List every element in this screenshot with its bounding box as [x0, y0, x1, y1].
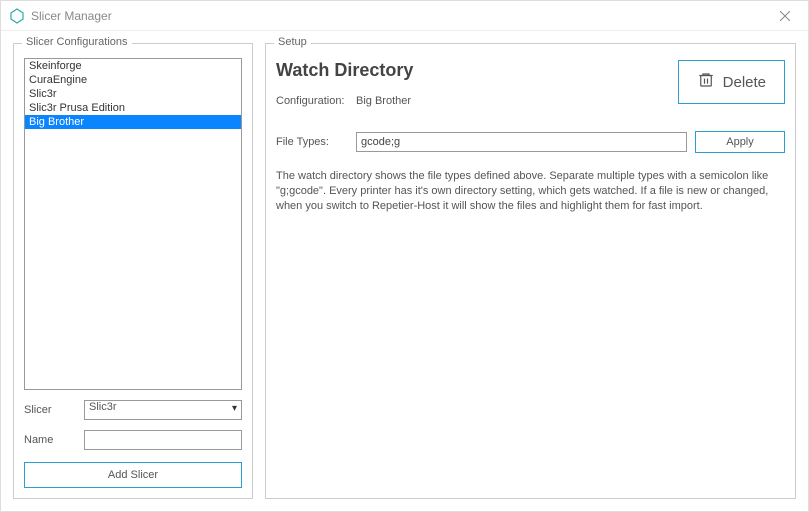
right-panel: Setup Watch Directory Configuration: Big…: [265, 43, 796, 499]
name-label: Name: [24, 434, 84, 446]
close-button[interactable]: [770, 1, 800, 31]
slicer-select-value: Slic3r: [89, 401, 117, 413]
setup-header: Watch Directory Configuration: Big Broth…: [276, 60, 785, 107]
slicer-configurations-group: Slicer Configurations SkeinforgeCuraEngi…: [13, 43, 253, 499]
configuration-label: Configuration:: [276, 95, 356, 107]
trash-icon: [697, 71, 715, 93]
delete-button[interactable]: Delete: [678, 60, 785, 104]
left-legend: Slicer Configurations: [22, 36, 132, 48]
delete-label: Delete: [723, 74, 766, 91]
setup-title-block: Watch Directory Configuration: Big Broth…: [276, 60, 413, 107]
config-item[interactable]: Big Brother: [25, 115, 241, 129]
window-title: Slicer Manager: [31, 9, 112, 23]
name-row: Name: [24, 430, 242, 450]
filetypes-input[interactable]: [356, 132, 687, 152]
filetypes-row: File Types: Apply: [276, 131, 785, 153]
add-slicer-button[interactable]: Add Slicer: [24, 462, 242, 488]
filetypes-label: File Types:: [276, 136, 348, 148]
content-area: Slicer Configurations SkeinforgeCuraEngi…: [1, 31, 808, 511]
setup-group: Setup Watch Directory Configuration: Big…: [265, 43, 796, 499]
slicer-row: Slicer Slic3r: [24, 400, 242, 420]
config-item[interactable]: Slic3r Prusa Edition: [25, 101, 241, 115]
name-input[interactable]: [84, 430, 242, 450]
slicer-label: Slicer: [24, 404, 84, 416]
watch-directory-title: Watch Directory: [276, 60, 413, 81]
close-icon: [780, 11, 790, 21]
configuration-row: Configuration: Big Brother: [276, 95, 413, 107]
help-text: The watch directory shows the file types…: [276, 169, 785, 214]
config-item[interactable]: Skeinforge: [25, 59, 241, 73]
config-list[interactable]: SkeinforgeCuraEngineSlic3rSlic3r Prusa E…: [24, 58, 242, 390]
titlebar: Slicer Manager: [1, 1, 808, 31]
config-item[interactable]: Slic3r: [25, 87, 241, 101]
config-item[interactable]: CuraEngine: [25, 73, 241, 87]
apply-button[interactable]: Apply: [695, 131, 785, 153]
configuration-value: Big Brother: [356, 95, 411, 107]
right-legend: Setup: [274, 36, 311, 48]
app-icon: [9, 8, 25, 24]
slicer-manager-window: Slicer Manager Slicer Configurations Ske…: [0, 0, 809, 512]
left-panel: Slicer Configurations SkeinforgeCuraEngi…: [13, 43, 253, 499]
slicer-select[interactable]: Slic3r: [84, 400, 242, 420]
